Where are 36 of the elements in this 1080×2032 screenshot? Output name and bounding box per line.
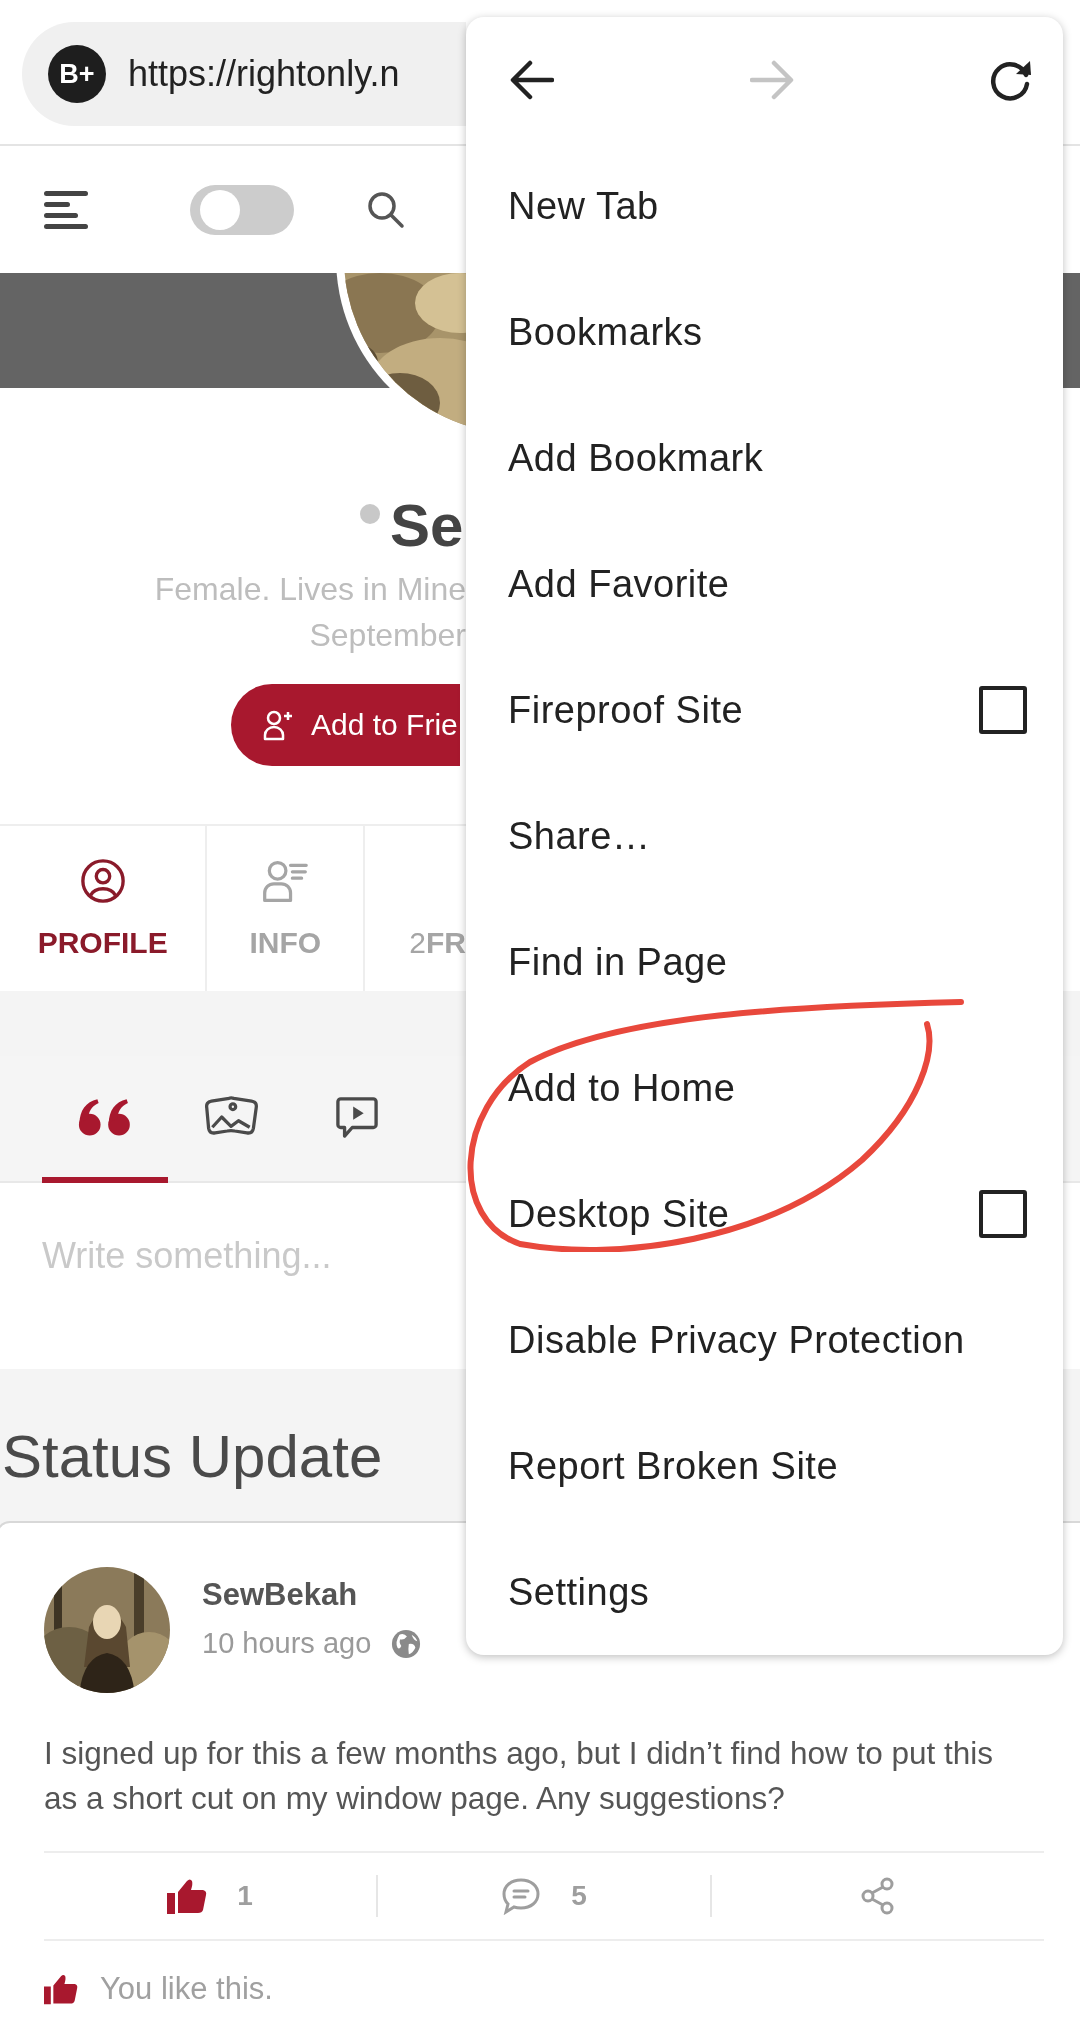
toggle-switch[interactable] (190, 184, 294, 235)
post-time: 10 hours ago (202, 1627, 372, 1660)
image-icon (203, 1095, 259, 1138)
profile-details: September (308, 616, 466, 655)
menu-item[interactable]: Report Broken Site (466, 1403, 1063, 1529)
add-friend-button[interactable]: Add to Frie (231, 684, 460, 766)
search-icon[interactable] (366, 189, 406, 230)
address-field[interactable]: B+ https://rightonly.n (22, 22, 466, 126)
menu-item[interactable]: Disable Privacy Protection (466, 1277, 1063, 1403)
profile-name: Se (390, 494, 464, 558)
user-circle-icon (78, 857, 127, 904)
checkbox[interactable] (979, 686, 1027, 734)
profile-details: Female. Lives in Mine (153, 570, 466, 609)
section-title: Status Update (1, 1422, 383, 1492)
menu-item[interactable]: Add Favorite (466, 521, 1063, 647)
thumbs-up-icon (44, 1973, 78, 2005)
menu-item[interactable]: New Tab (466, 143, 1063, 269)
menu-item[interactable]: Bookmarks (466, 269, 1063, 395)
post-text: I signed up for this a few months ago, but I didn’t find how to put this as a short cut on my window page. Any suggestions? (44, 1734, 995, 1818)
menu-item[interactable]: Settings (466, 1529, 1063, 1655)
menu-item[interactable]: Share… (466, 773, 1063, 899)
globe-icon (391, 1628, 422, 1659)
profile-tab[interactable]: PROFILE (0, 826, 208, 991)
menu-item[interactable]: Add Bookmark (466, 395, 1063, 521)
menu-item[interactable]: Fireproof Site (466, 647, 1063, 773)
checkbox[interactable] (979, 1190, 1027, 1238)
menu-icon[interactable] (44, 190, 88, 229)
menu-item[interactable]: Add to Home (466, 1025, 1063, 1151)
author-name[interactable]: SewBekah (202, 1577, 422, 1613)
likes-summary: You like this. (100, 1971, 273, 2007)
add-person-icon (263, 709, 293, 741)
thumbs-up-icon (167, 1877, 208, 1915)
comment-icon (501, 1877, 542, 1915)
menu-item[interactable]: Desktop Site (466, 1151, 1063, 1277)
menu-item[interactable]: Find in Page (466, 899, 1063, 1025)
site-badge: B+ (48, 45, 106, 103)
